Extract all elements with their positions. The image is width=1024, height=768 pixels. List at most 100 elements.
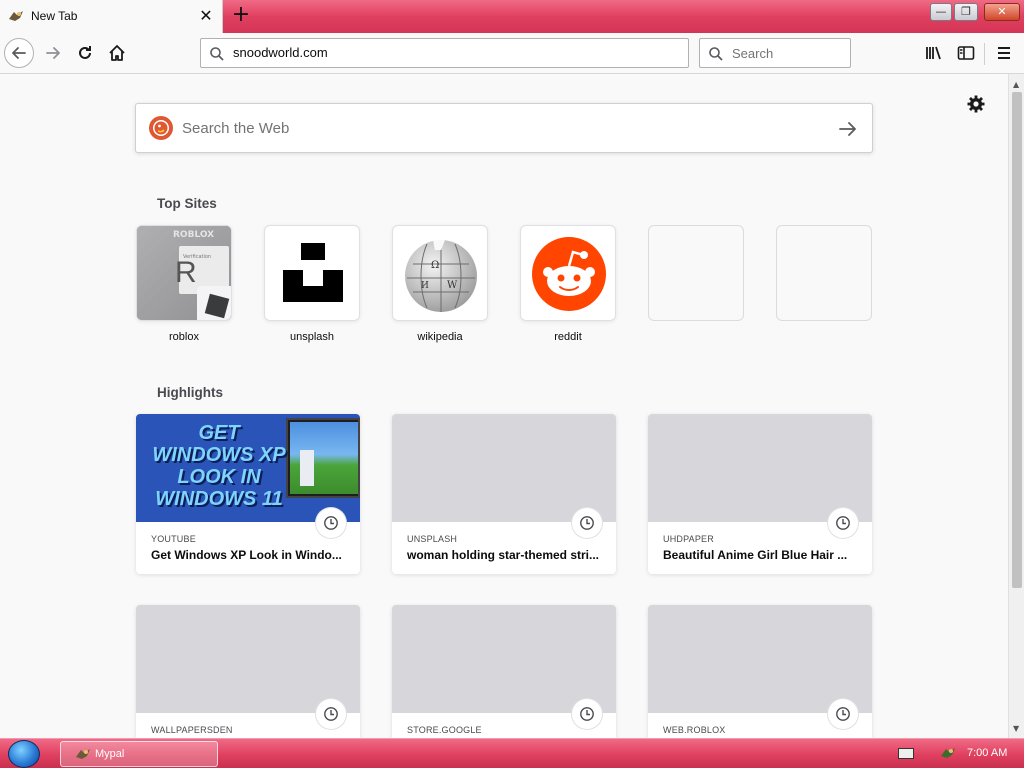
highlight-card[interactable]: UNSPLASH woman holding star-themed stri.… bbox=[392, 414, 616, 574]
home-button[interactable] bbox=[102, 38, 132, 68]
site-label: reddit bbox=[554, 331, 582, 343]
card-thumbnail bbox=[392, 414, 616, 522]
url-bar[interactable]: snoodworld.com bbox=[200, 38, 689, 68]
card-thumbnail bbox=[648, 605, 872, 713]
close-window-button[interactable]: ✕ bbox=[984, 3, 1020, 21]
card-title: woman holding star-themed stri... bbox=[407, 548, 600, 562]
clock-icon bbox=[316, 699, 346, 729]
clock-icon bbox=[828, 699, 858, 729]
maximize-button[interactable]: ❐ bbox=[954, 3, 978, 21]
gear-icon[interactable] bbox=[966, 94, 986, 114]
toolbar-separator bbox=[984, 43, 985, 65]
sidebar-button[interactable] bbox=[954, 41, 978, 65]
highlight-card[interactable]: WALLPAPERSDEN bbox=[136, 605, 360, 738]
top-site-reddit[interactable]: reddit bbox=[520, 225, 616, 343]
search-icon bbox=[709, 47, 723, 61]
keyboard-icon[interactable] bbox=[898, 748, 914, 759]
vertical-scrollbar[interactable]: ▲ ▼ bbox=[1008, 74, 1024, 738]
top-site-wikipedia[interactable]: Ω W И wikipedia bbox=[392, 225, 488, 343]
clock-icon bbox=[572, 699, 602, 729]
card-source: YOUTUBE bbox=[151, 534, 196, 544]
card-source: UNSPLASH bbox=[407, 534, 458, 544]
clock-icon bbox=[828, 508, 858, 538]
menu-icon bbox=[998, 47, 1010, 59]
library-icon bbox=[926, 46, 941, 60]
top-site-unsplash[interactable]: unsplash bbox=[264, 225, 360, 343]
url-value[interactable]: snoodworld.com bbox=[233, 45, 328, 60]
clock-icon bbox=[316, 508, 346, 538]
web-search-box[interactable]: Search the Web bbox=[135, 103, 873, 153]
minimize-button[interactable]: — bbox=[930, 3, 952, 21]
taskbar: Mypal 7:00 AM bbox=[0, 738, 1024, 768]
arrow-right-icon[interactable] bbox=[837, 118, 859, 140]
reddit-icon bbox=[532, 237, 606, 311]
top-sites-heading: Top Sites bbox=[157, 196, 217, 211]
site-tile-empty[interactable] bbox=[776, 225, 872, 321]
card-title: Get Windows XP Look in Windo... bbox=[151, 548, 342, 562]
home-icon bbox=[109, 45, 125, 61]
svg-text:И: И bbox=[421, 281, 429, 291]
search-icon bbox=[210, 47, 224, 61]
duckduckgo-icon bbox=[149, 116, 173, 140]
taskbar-app-mypal[interactable]: Mypal bbox=[60, 741, 218, 767]
youtube-thumbnail: GET WINDOWS XP LOOK IN WINDOWS 11 bbox=[136, 414, 360, 522]
site-tile[interactable]: Ω W И bbox=[392, 225, 488, 321]
back-icon bbox=[12, 47, 26, 59]
new-tab-page: Search the Web Top Sites ROBLOX Verifica… bbox=[0, 74, 1008, 738]
thumb-text-line: WINDOWS 11 bbox=[155, 488, 283, 510]
tray-app-icon[interactable] bbox=[940, 746, 956, 760]
forward-button[interactable] bbox=[38, 38, 68, 68]
site-tile-empty[interactable] bbox=[648, 225, 744, 321]
card-thumbnail bbox=[136, 605, 360, 713]
forward-icon bbox=[46, 47, 60, 59]
top-site-empty[interactable] bbox=[776, 225, 872, 331]
site-tile[interactable] bbox=[520, 225, 616, 321]
thumb-text-line: WINDOWS XP bbox=[152, 444, 286, 466]
roblox-icon bbox=[197, 286, 231, 320]
highlights-heading: Highlights bbox=[157, 385, 223, 400]
mypal-icon bbox=[76, 749, 90, 759]
card-title: Beautiful Anime Girl Blue Hair ... bbox=[663, 548, 848, 562]
new-tab-button[interactable]: + bbox=[229, 4, 253, 28]
svg-text:W: W bbox=[447, 280, 458, 291]
site-label: roblox bbox=[169, 331, 199, 343]
highlight-card[interactable]: WEB.ROBLOX bbox=[648, 605, 872, 738]
highlight-card[interactable]: UHDPAPER Beautiful Anime Girl Blue Hair … bbox=[648, 414, 872, 574]
card-thumbnail bbox=[648, 414, 872, 522]
library-button[interactable] bbox=[922, 41, 946, 65]
scroll-up-icon[interactable]: ▲ bbox=[1013, 80, 1019, 89]
unsplash-icon bbox=[283, 243, 343, 302]
title-bar: New Tab ✕ + — ❐ ✕ bbox=[0, 0, 1024, 34]
top-site-roblox[interactable]: ROBLOX Verification R roblox bbox=[136, 225, 232, 343]
menu-button[interactable] bbox=[992, 41, 1016, 65]
clock-icon bbox=[572, 508, 602, 538]
navigation-toolbar: snoodworld.com Search bbox=[0, 33, 1024, 74]
top-site-empty[interactable] bbox=[648, 225, 744, 331]
site-tile[interactable] bbox=[264, 225, 360, 321]
tab-close-icon[interactable]: ✕ bbox=[196, 6, 216, 26]
search-placeholder: Search bbox=[732, 46, 774, 61]
system-clock[interactable]: 7:00 AM bbox=[967, 747, 1007, 759]
card-thumbnail bbox=[392, 605, 616, 713]
reload-button[interactable] bbox=[70, 38, 100, 68]
highlight-card[interactable]: GET WINDOWS XP LOOK IN WINDOWS 11 YOUTUB… bbox=[136, 414, 360, 574]
thumb-text-line: GET bbox=[198, 422, 240, 444]
tab-new-tab[interactable]: New Tab ✕ bbox=[0, 0, 223, 34]
start-button[interactable] bbox=[8, 740, 40, 768]
scrollbar-thumb[interactable] bbox=[1012, 92, 1022, 588]
card-source: STORE.GOOGLE bbox=[407, 725, 482, 735]
tab-title: New Tab bbox=[31, 9, 78, 23]
search-bar[interactable]: Search bbox=[699, 38, 851, 68]
svg-text:Ω: Ω bbox=[431, 260, 439, 271]
card-source: WALLPAPERSDEN bbox=[151, 725, 233, 735]
card-source: WEB.ROBLOX bbox=[663, 725, 726, 735]
card-source: UHDPAPER bbox=[663, 534, 714, 544]
sidebar-icon bbox=[957, 46, 975, 60]
taskbar-app-label: Mypal bbox=[95, 748, 125, 760]
back-button[interactable] bbox=[4, 38, 34, 68]
highlight-card[interactable]: STORE.GOOGLE bbox=[392, 605, 616, 738]
site-tile[interactable]: ROBLOX Verification R bbox=[136, 225, 232, 321]
web-search-placeholder: Search the Web bbox=[182, 120, 290, 137]
roblox-letter: R bbox=[175, 256, 197, 289]
scroll-down-icon[interactable]: ▼ bbox=[1013, 724, 1019, 733]
